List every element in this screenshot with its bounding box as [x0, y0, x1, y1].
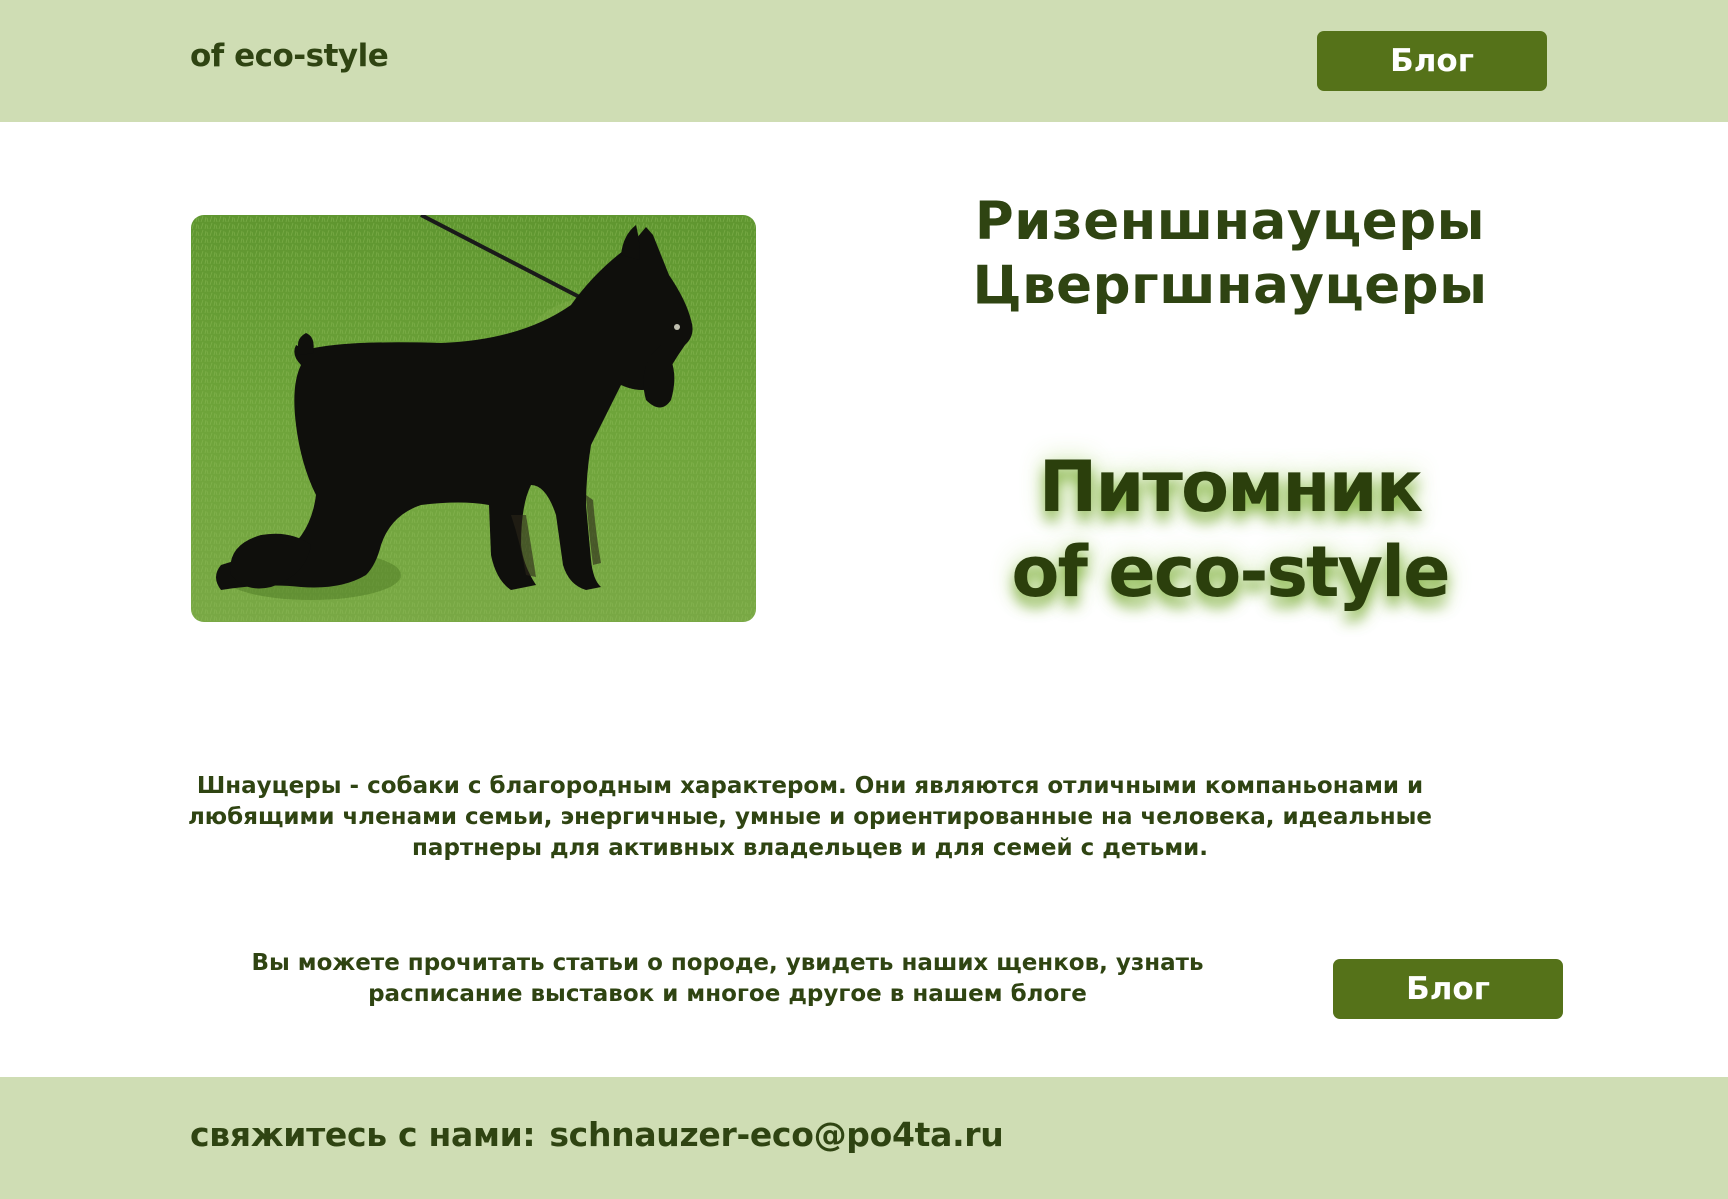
contact-email-link[interactable]: schnauzer-eco@po4ta.ru	[549, 1115, 1003, 1154]
blog-invite-text: Вы можете прочитать статьи о породе, уви…	[251, 950, 1204, 1007]
contact-line: свяжитесь с нами: schnauzer-eco@po4ta.ru	[190, 1115, 1004, 1154]
kennel-title: Питомник of eco-style	[930, 445, 1530, 615]
brand-logo-text[interactable]: of eco-style	[190, 38, 389, 74]
kennel-title-line-2: of eco-style	[1011, 531, 1450, 613]
breeds-heading: Ризеншнауцеры Цвергшнауцеры	[940, 190, 1520, 318]
site-header: of eco-style Блог	[0, 0, 1728, 122]
blog-button[interactable]: Блог	[1333, 959, 1563, 1019]
breed-miniature-schnauzer: Цвергшнауцеры	[972, 255, 1488, 316]
contact-label: свяжитесь с нами:	[190, 1115, 536, 1154]
about-text: Шнауцеры - собаки с благородным характер…	[187, 773, 1433, 861]
breed-giant-schnauzer: Ризеншнауцеры	[974, 191, 1486, 252]
dog-photo	[191, 215, 756, 622]
header-blog-button[interactable]: Блог	[1317, 31, 1547, 91]
kennel-title-line-1: Питомник	[1038, 446, 1423, 528]
site-footer: свяжитесь с нами: schnauzer-eco@po4ta.ru	[0, 1077, 1728, 1199]
